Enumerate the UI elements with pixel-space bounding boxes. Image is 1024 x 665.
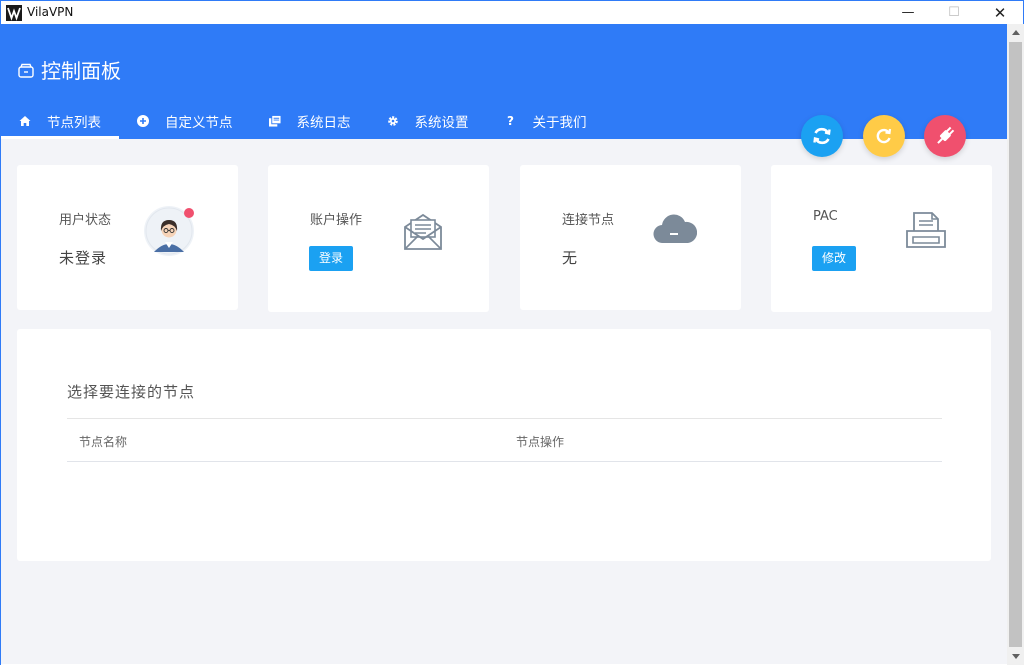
tab-node-list[interactable]: 节点列表 — [1, 102, 119, 139]
window-titlebar: VilaVPN — ☐ ✕ — [0, 0, 1024, 24]
tab-about-us[interactable]: ? 关于我们 — [487, 102, 605, 139]
tab-label: 自定义节点 — [165, 114, 233, 131]
question-icon: ? — [507, 113, 514, 128]
tab-label: 系统日志 — [296, 114, 351, 131]
dashboard-icon — [17, 61, 35, 79]
tab-label: 关于我们 — [532, 114, 587, 131]
pac-label: PAC — [813, 209, 838, 224]
node-list-title: 选择要连接的节点 — [67, 383, 196, 401]
account-card: 账户操作 登录 — [268, 165, 489, 312]
table-header: 节点名称 节点操作 — [67, 418, 942, 462]
scroll-down-icon[interactable] — [1007, 648, 1024, 665]
tab-label: 节点列表 — [47, 114, 101, 131]
edit-pac-button[interactable]: 修改 — [812, 246, 857, 271]
column-node-name: 节点名称 — [79, 435, 128, 449]
connection-card: 连接节点 无 — [520, 165, 741, 310]
close-button[interactable]: ✕ — [977, 1, 1023, 25]
home-icon — [19, 115, 31, 127]
column-node-actions: 节点操作 — [516, 435, 565, 449]
login-button[interactable]: 登录 — [309, 246, 354, 271]
reload-button[interactable] — [863, 115, 905, 157]
avatar-icon — [144, 206, 194, 256]
disconnect-button[interactable] — [924, 115, 966, 157]
tab-label: 系统设置 — [414, 114, 469, 131]
refresh-button[interactable] — [801, 115, 843, 157]
account-label: 账户操作 — [310, 213, 363, 228]
user-status-value: 未登录 — [59, 249, 108, 267]
page-title-text: 控制面板 — [41, 59, 121, 83]
plug-icon — [937, 126, 955, 144]
connection-label: 连接节点 — [562, 213, 615, 228]
node-list-panel: 选择要连接的节点 节点名称 节点操作 — [17, 329, 991, 561]
maximize-button[interactable]: ☐ — [931, 1, 977, 25]
user-status-card: 用户状态 未登录 — [17, 165, 238, 310]
tab-bar: 节点列表 自定义节点 系统日志 系统设置 ? 关于我们 — [1, 102, 605, 139]
header: 控制面板 节点列表 自定义节点 系统日志 系统设置 ? 关于我们 — [1, 24, 1007, 139]
minimize-button[interactable]: — — [885, 1, 931, 25]
connection-value: 无 — [562, 249, 579, 267]
tab-system-log[interactable]: 系统日志 — [251, 102, 369, 139]
cloud-icon — [653, 213, 698, 249]
vertical-scrollbar[interactable] — [1007, 24, 1024, 665]
reload-icon — [876, 128, 892, 144]
log-icon — [268, 114, 281, 127]
scroll-up-icon[interactable] — [1007, 24, 1024, 41]
user-status-label: 用户状态 — [59, 213, 112, 228]
mail-icon — [402, 211, 444, 257]
app-content: 控制面板 节点列表 自定义节点 系统日志 系统设置 ? 关于我们 用户状态 未登… — [1, 24, 1007, 664]
page-title: 控制面板 — [17, 55, 121, 84]
refresh-icon — [813, 127, 831, 145]
tab-system-settings[interactable]: 系统设置 — [369, 102, 487, 139]
plus-circle-icon — [137, 114, 149, 127]
app-logo-icon — [6, 5, 22, 21]
printer-icon — [905, 211, 947, 255]
gear-icon — [387, 115, 399, 127]
scrollbar-thumb[interactable] — [1009, 42, 1022, 647]
tab-custom-node[interactable]: 自定义节点 — [119, 102, 251, 139]
notification-dot — [184, 208, 194, 218]
pac-card: PAC 修改 — [771, 165, 992, 312]
window-title: VilaVPN — [27, 5, 74, 19]
